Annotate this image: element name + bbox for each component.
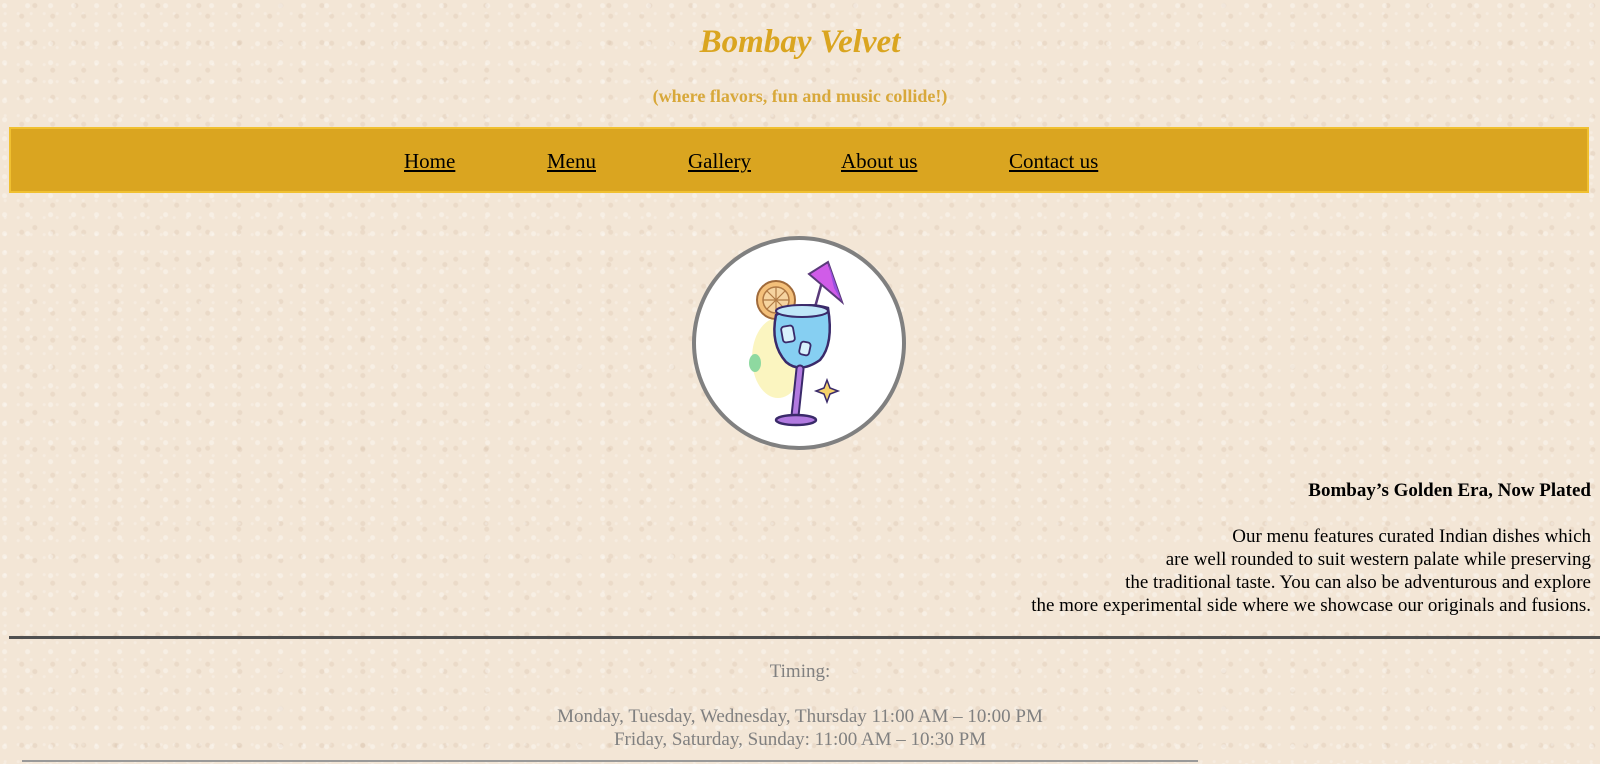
nav-bar: Home Menu Gallery About us Contact us [9, 127, 1589, 193]
nav-link-menu[interactable]: Menu [547, 149, 596, 173]
opening-hours: Monday, Tuesday, Wednesday, Thursday 11:… [0, 705, 1600, 751]
section-heading: Bombay’s Golden Era, Now Plated [1308, 480, 1591, 501]
hours-line-weekdays: Monday, Tuesday, Wednesday, Thursday 11:… [557, 706, 1043, 727]
description-line: the traditional taste. You can also be a… [1125, 572, 1591, 593]
description-line: the more experimental side where we show… [1031, 595, 1591, 616]
horizontal-divider [9, 636, 1600, 639]
menu-description: Our menu features curated Indian dishes … [1031, 525, 1591, 617]
nav-link-about-us[interactable]: About us [841, 149, 917, 173]
timing-label: Timing: [769, 661, 831, 682]
nav-link-contact-us[interactable]: Contact us [1009, 149, 1098, 173]
description-line: Our menu features curated Indian dishes … [1232, 526, 1591, 547]
footer-divider [22, 760, 1198, 762]
nav-link-home[interactable]: Home [404, 149, 455, 173]
site-title: Bombay Velvet [699, 24, 901, 60]
site-tagline: (where flavors, fun and music collide!) [652, 86, 948, 106]
nav-link-gallery[interactable]: Gallery [688, 149, 751, 173]
cocktail-glass-icon [749, 260, 845, 427]
logo-image [692, 236, 906, 450]
hours-line-weekend: Friday, Saturday, Sunday: 11:00 AM – 10:… [613, 729, 987, 750]
description-line: are well rounded to suit western palate … [1165, 549, 1591, 570]
